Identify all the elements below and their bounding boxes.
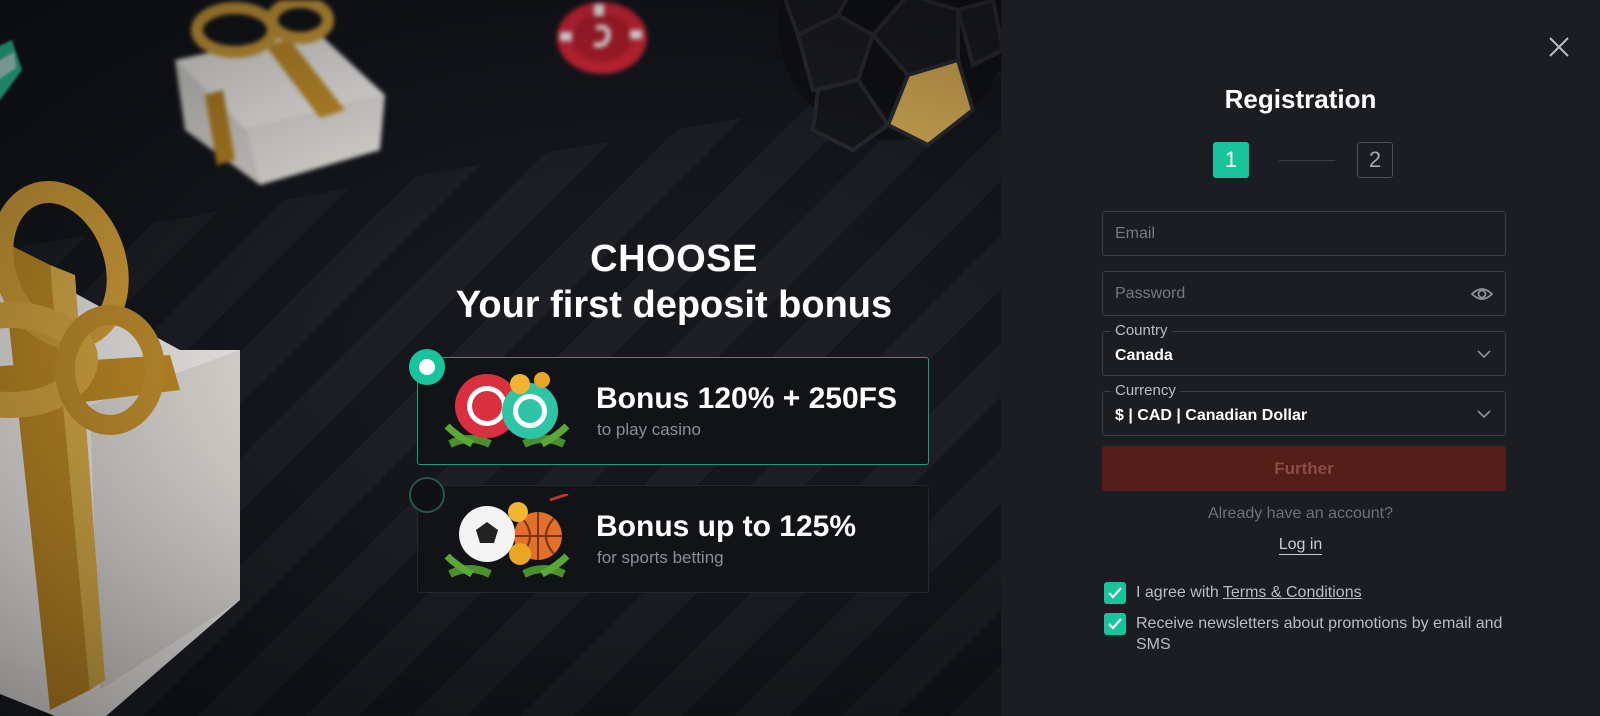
newsletter-checkbox-row: Receive newsletters about promotions by … (1104, 613, 1504, 655)
bonus-option-casino[interactable]: Bonus 120% + 250FS to play casino (409, 349, 929, 465)
email-field-wrapper (1102, 211, 1506, 256)
step-indicator: 1 2 (1213, 142, 1393, 178)
registration-panel: Registration 1 2 Country Canada Currency… (1001, 0, 1600, 716)
step-1-badge: 1 (1213, 142, 1249, 178)
currency-value: $ | CAD | Canadian Dollar (1115, 407, 1308, 424)
bonus-subtitle: for sports betting (597, 548, 724, 567)
terms-checkbox-row: I agree with Terms & Conditions (1104, 582, 1504, 604)
bonus-subtitle: to play casino (597, 420, 701, 439)
eye-icon[interactable] (1471, 285, 1493, 303)
registration-title: Registration (1224, 84, 1377, 114)
casino-chips-icon (444, 372, 570, 448)
currency-label: Currency (1111, 383, 1180, 399)
bonus-title: Bonus up to 125% (596, 510, 857, 543)
promo-heading-line2: Your first deposit bonus (455, 284, 893, 326)
country-value: Canada (1115, 347, 1173, 364)
close-icon[interactable] (1548, 36, 1570, 58)
chevron-down-icon (1477, 410, 1491, 419)
have-account-text: Already have an account? (1207, 505, 1393, 522)
chevron-down-icon (1477, 350, 1491, 359)
login-link-wrapper: Log in (1001, 536, 1600, 555)
bonus-option-sports[interactable]: Bonus up to 125% for sports betting (409, 477, 929, 593)
sports-balls-icon (444, 494, 570, 578)
bonus-radio-selected[interactable] (409, 349, 445, 385)
newsletter-text: Receive newsletters about promotions by … (1136, 615, 1503, 653)
terms-checkbox[interactable] (1104, 582, 1126, 604)
promo-heading: CHOOSE Your first deposit bonus (400, 236, 948, 328)
country-select[interactable]: Country Canada (1102, 323, 1506, 376)
bonus-title: Bonus 120% + 250FS (596, 382, 897, 415)
terms-link[interactable]: Terms & Conditions (1223, 584, 1362, 601)
password-input[interactable] (1103, 272, 1505, 315)
bonus-radio-unselected[interactable] (409, 477, 445, 513)
country-label: Country (1111, 323, 1172, 339)
promo-heading-line1: CHOOSE (590, 238, 758, 280)
login-link[interactable]: Log in (1278, 536, 1323, 555)
terms-text: I agree with Terms & Conditions (1136, 582, 1504, 603)
checkmark-icon (1108, 587, 1122, 599)
terms-prefix: I agree with (1136, 584, 1223, 601)
further-button[interactable]: Further (1102, 446, 1506, 491)
checkmark-icon (1108, 618, 1122, 630)
email-input[interactable] (1103, 212, 1505, 255)
step-connector (1279, 160, 1335, 161)
step-2-badge: 2 (1357, 142, 1393, 178)
currency-select[interactable]: Currency $ | CAD | Canadian Dollar (1102, 383, 1506, 436)
password-field-wrapper (1102, 271, 1506, 316)
promo-panel: CHOOSE Your first deposit bonus Bonus 12… (0, 0, 1001, 716)
newsletter-checkbox[interactable] (1104, 613, 1126, 635)
